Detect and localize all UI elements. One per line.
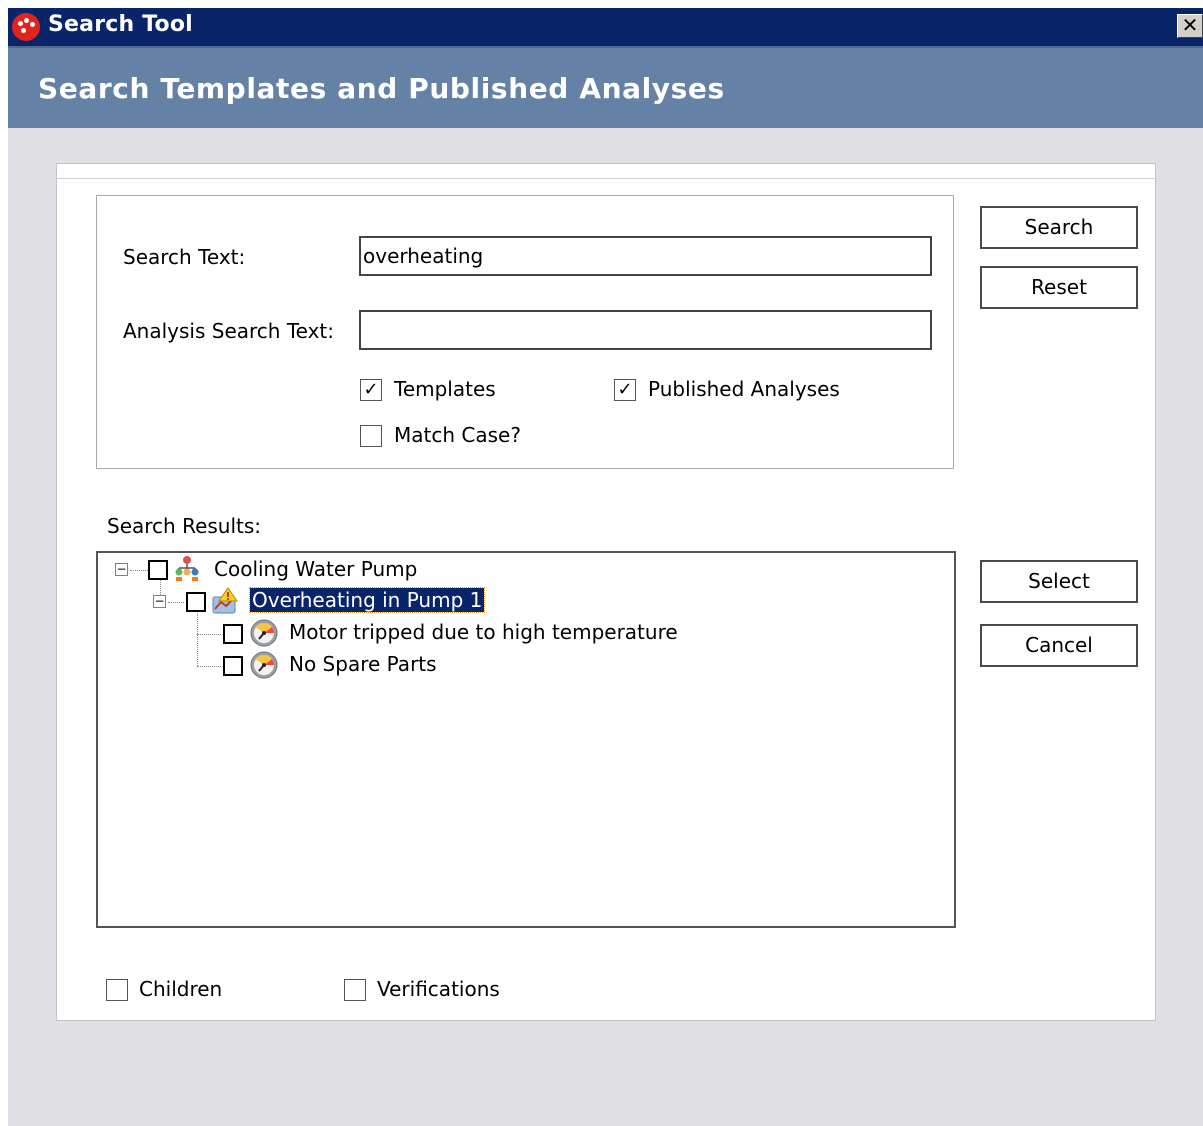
collapse-toggle[interactable]: − [115,563,128,576]
collapse-toggle[interactable]: − [153,595,166,608]
title-bar[interactable]: Search Tool ✕ [8,8,1203,46]
published-analyses-label: Published Analyses [648,377,840,401]
tree-node-label[interactable]: Overheating in Pump 1 [248,587,486,613]
tree-checkbox[interactable] [223,624,243,644]
children-label: Children [139,977,223,1001]
search-results-tree[interactable]: − Cooling Water Pump − Overheating in Pu… [96,551,956,928]
tree-connector [197,666,221,667]
gauge-icon [250,619,278,647]
gauge-icon [250,651,278,679]
header-banner: Search Templates and Published Analyses [8,46,1203,128]
tree-connector [168,602,184,603]
tree-connector [130,570,148,571]
selected-node-label[interactable]: Overheating in Pump 1 [248,587,486,613]
tree-checkbox[interactable] [186,592,206,612]
published-analyses-checkbox[interactable]: ✓ [614,379,636,401]
warning-analysis-icon [212,587,238,614]
search-text-input[interactable] [359,236,932,276]
tree-node-label[interactable]: Motor tripped due to high temperature [289,620,678,644]
templates-checkbox[interactable]: ✓ [360,379,382,401]
search-button[interactable]: Search [980,206,1138,249]
reset-button[interactable]: Reset [980,266,1138,309]
verifications-checkbox[interactable] [344,979,366,1001]
close-icon: ✕ [1181,13,1199,37]
search-results-label: Search Results: [107,514,262,538]
verifications-label: Verifications [377,977,500,1001]
page-title: Search Templates and Published Analyses [38,72,725,105]
templates-label: Templates [394,377,496,401]
hierarchy-icon [175,556,199,581]
select-button[interactable]: Select [980,560,1138,603]
app-icon [12,13,40,41]
analysis-search-label: Analysis Search Text: [123,319,335,343]
cancel-button[interactable]: Cancel [980,624,1138,667]
match-case-label: Match Case? [394,423,521,447]
tree-node-label[interactable]: Cooling Water Pump [214,557,417,581]
tree-connector [197,634,221,635]
tree-checkbox[interactable] [148,560,168,580]
close-button[interactable]: ✕ [1177,14,1203,38]
window-title: Search Tool [48,12,193,37]
search-text-label: Search Text: [123,245,246,269]
tree-node-label[interactable]: No Spare Parts [289,652,437,676]
tree-connector [197,611,198,666]
analysis-search-input[interactable] [359,310,932,350]
children-checkbox[interactable] [106,979,128,1001]
match-case-checkbox[interactable] [360,425,382,447]
tree-checkbox[interactable] [223,656,243,676]
